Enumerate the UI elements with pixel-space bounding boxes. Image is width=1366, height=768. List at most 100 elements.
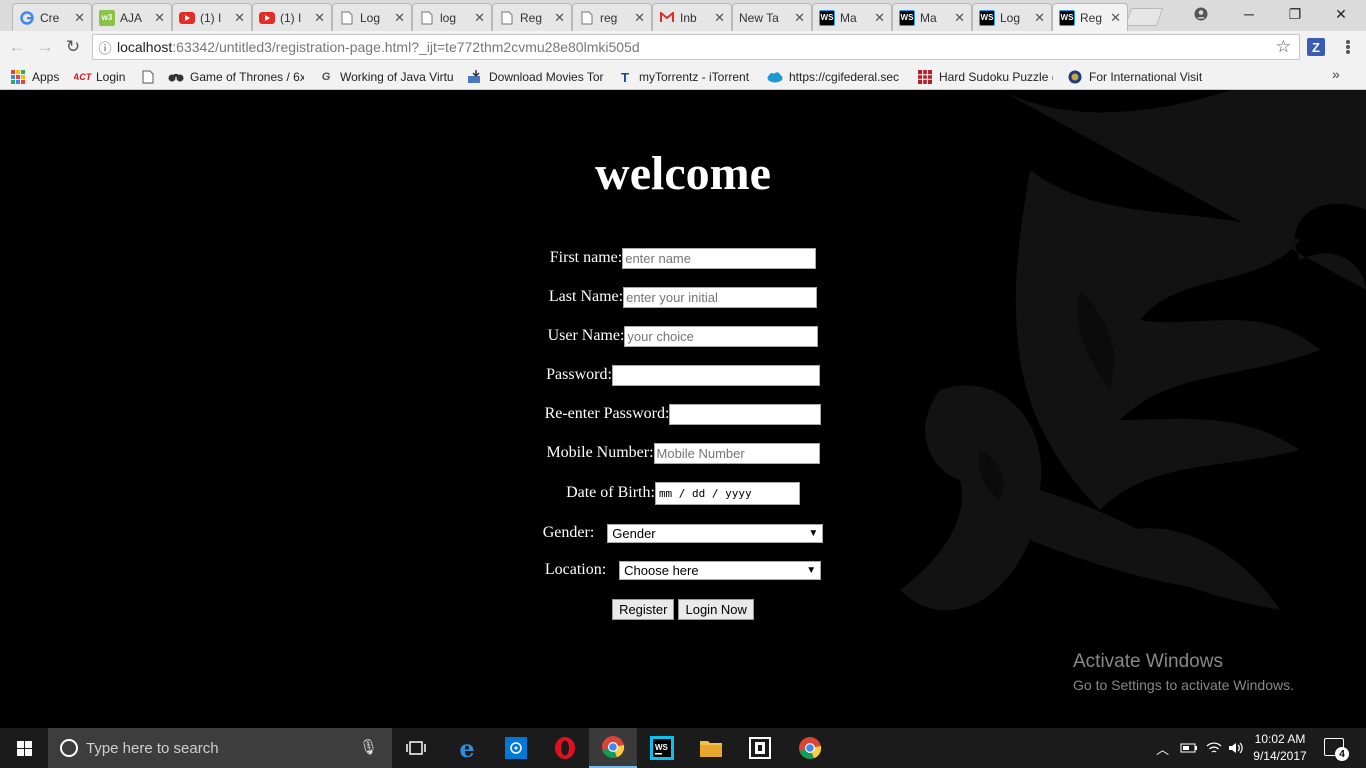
dob-label: Date of Birth: xyxy=(566,484,655,501)
last-name-input[interactable] xyxy=(623,286,818,308)
close-icon[interactable]: ✕ xyxy=(554,10,565,26)
close-icon[interactable]: ✕ xyxy=(234,10,245,26)
task-view-icon[interactable] xyxy=(392,728,440,768)
close-icon[interactable]: ✕ xyxy=(1034,10,1045,26)
bookmark-download-movies[interactable]: Download Movies Tor xyxy=(467,67,605,87)
tab-4[interactable]: (1) I ✕ xyxy=(252,3,332,31)
clock-date: 9/14/2017 xyxy=(1253,749,1307,763)
page-icon xyxy=(140,69,156,85)
chrome-menu-button[interactable] xyxy=(1340,38,1356,56)
opera-icon[interactable] xyxy=(541,728,589,768)
google-icon xyxy=(19,10,35,26)
dob-input[interactable]: mm / dd / yyyy xyxy=(654,481,800,505)
tab-6[interactable]: log ✕ xyxy=(412,3,492,31)
bookmark-apps[interactable]: Apps xyxy=(10,67,66,87)
edge-icon[interactable]: e xyxy=(443,728,491,768)
close-icon[interactable]: ✕ xyxy=(394,10,405,26)
bookmark-page[interactable] xyxy=(140,67,160,87)
tab-7[interactable]: Reg ✕ xyxy=(492,3,572,31)
wifi-icon[interactable] xyxy=(1206,728,1222,768)
page-icon xyxy=(499,10,515,26)
close-window-button[interactable]: ✕ xyxy=(1318,0,1364,28)
last-name-row: Last Name: xyxy=(0,286,1366,308)
bookmark-cgifederal[interactable]: https://cgifederal.sec xyxy=(767,67,903,87)
restore-button[interactable]: ❐ xyxy=(1272,0,1318,28)
tab-2[interactable]: w3 AJA ✕ xyxy=(92,3,172,31)
reenter-password-input[interactable] xyxy=(669,403,822,425)
taskbar-search-box[interactable]: Type here to search 🎙 xyxy=(48,728,392,768)
close-icon[interactable]: ✕ xyxy=(634,10,645,26)
profile-icon[interactable] xyxy=(1178,0,1224,28)
store-icon[interactable] xyxy=(492,728,540,768)
action-center-icon[interactable]: 4 xyxy=(1324,738,1349,761)
dropdown-arrow-icon: ▼ xyxy=(808,527,819,539)
password-input[interactable] xyxy=(611,364,820,386)
download-icon xyxy=(467,69,483,85)
user-name-input[interactable] xyxy=(624,325,819,347)
close-icon[interactable]: ✕ xyxy=(74,10,85,26)
tab-1[interactable]: Cre ✕ xyxy=(12,3,92,31)
login-now-button[interactable]: Login Now xyxy=(678,598,754,620)
taskbar-clock[interactable]: 10:02 AM 9/14/2017 xyxy=(1242,731,1318,765)
page-icon xyxy=(339,10,355,26)
show-hidden-icons-button[interactable]: ︿ xyxy=(1156,728,1169,768)
chrome-icon[interactable] xyxy=(786,728,834,768)
cloud-icon xyxy=(767,69,783,85)
last-name-label: Last Name: xyxy=(548,288,624,305)
chrome-taskbar-icon[interactable] xyxy=(589,728,637,768)
tab-8[interactable]: reg ✕ xyxy=(572,3,652,31)
close-icon[interactable]: ✕ xyxy=(954,10,965,26)
page-viewport: welcome First name: Last Name: User Name… xyxy=(0,90,1366,728)
bookmarks-bar: Apps ACT Login Game of Thrones / 6x G Wo… xyxy=(0,63,1366,90)
info-icon[interactable]: ⓘ xyxy=(93,38,117,57)
webstorm-icon: WS xyxy=(979,9,995,26)
close-icon[interactable]: ✕ xyxy=(474,10,485,26)
bookmark-international-visit[interactable]: For International Visit xyxy=(1067,67,1207,87)
power-icon[interactable] xyxy=(1180,728,1198,768)
tab-12[interactable]: WS Ma ✕ xyxy=(892,3,972,31)
bookmark-sudoku[interactable]: Hard Sudoku Puzzle ( xyxy=(917,67,1053,87)
tab-3[interactable]: (1) I ✕ xyxy=(172,3,252,31)
more-bookmarks-icon[interactable]: » xyxy=(1332,66,1340,82)
app-icon[interactable] xyxy=(736,728,784,768)
bookmark-java[interactable]: G Working of Java Virtu xyxy=(318,67,454,87)
close-icon[interactable]: ✕ xyxy=(874,10,885,26)
minimize-button[interactable]: ─ xyxy=(1226,0,1272,28)
windows-logo-icon xyxy=(16,740,32,756)
close-icon[interactable]: ✕ xyxy=(1110,10,1121,26)
close-icon[interactable]: ✕ xyxy=(714,10,725,26)
tab-13[interactable]: WS Log ✕ xyxy=(972,3,1052,31)
register-button[interactable]: Register xyxy=(612,598,675,620)
gender-select[interactable]: Gender ▼ xyxy=(607,523,824,543)
close-icon[interactable]: ✕ xyxy=(314,10,325,26)
bookmark-login[interactable]: ACT Login xyxy=(74,67,132,87)
reload-button[interactable]: ↻ xyxy=(62,36,84,58)
page-title: welcome xyxy=(595,147,771,200)
mobile-input[interactable] xyxy=(653,442,820,464)
new-tab-button[interactable] xyxy=(1124,8,1164,26)
file-explorer-icon[interactable] xyxy=(687,728,735,768)
tab-10[interactable]: New Ta ✕ xyxy=(732,3,812,31)
first-name-row: First name: xyxy=(0,247,1366,269)
extension-z-icon[interactable]: Z xyxy=(1307,38,1325,56)
location-select[interactable]: Choose here ▼ xyxy=(619,560,822,580)
tab-9[interactable]: Inb ✕ xyxy=(652,3,732,31)
apps-grid-icon xyxy=(10,69,26,85)
password-row: Password: xyxy=(0,364,1366,386)
back-button[interactable]: ← xyxy=(6,36,28,58)
microphone-icon[interactable]: 🎙 xyxy=(359,738,378,756)
forward-button[interactable]: → xyxy=(34,36,56,58)
first-name-input[interactable] xyxy=(622,247,817,269)
tab-11[interactable]: WS Ma ✕ xyxy=(812,3,892,31)
bookmark-star-icon[interactable]: ☆ xyxy=(1276,37,1291,57)
close-icon[interactable]: ✕ xyxy=(154,10,165,26)
tab-14-active[interactable]: WS Reg ✕ xyxy=(1052,3,1128,31)
address-bar[interactable]: ⓘ localhost:63342/untitled3/registration… xyxy=(92,34,1300,60)
youtube-icon xyxy=(259,10,275,26)
close-icon[interactable]: ✕ xyxy=(794,10,805,26)
bookmark-game-of-thrones[interactable]: Game of Thrones / 6x xyxy=(168,67,304,87)
tab-5[interactable]: Log ✕ xyxy=(332,3,412,31)
start-button[interactable] xyxy=(0,728,48,768)
bookmark-mytorrentz[interactable]: T myTorrentz - iTorrent xyxy=(617,67,753,87)
webstorm-icon[interactable]: WS xyxy=(638,728,686,768)
